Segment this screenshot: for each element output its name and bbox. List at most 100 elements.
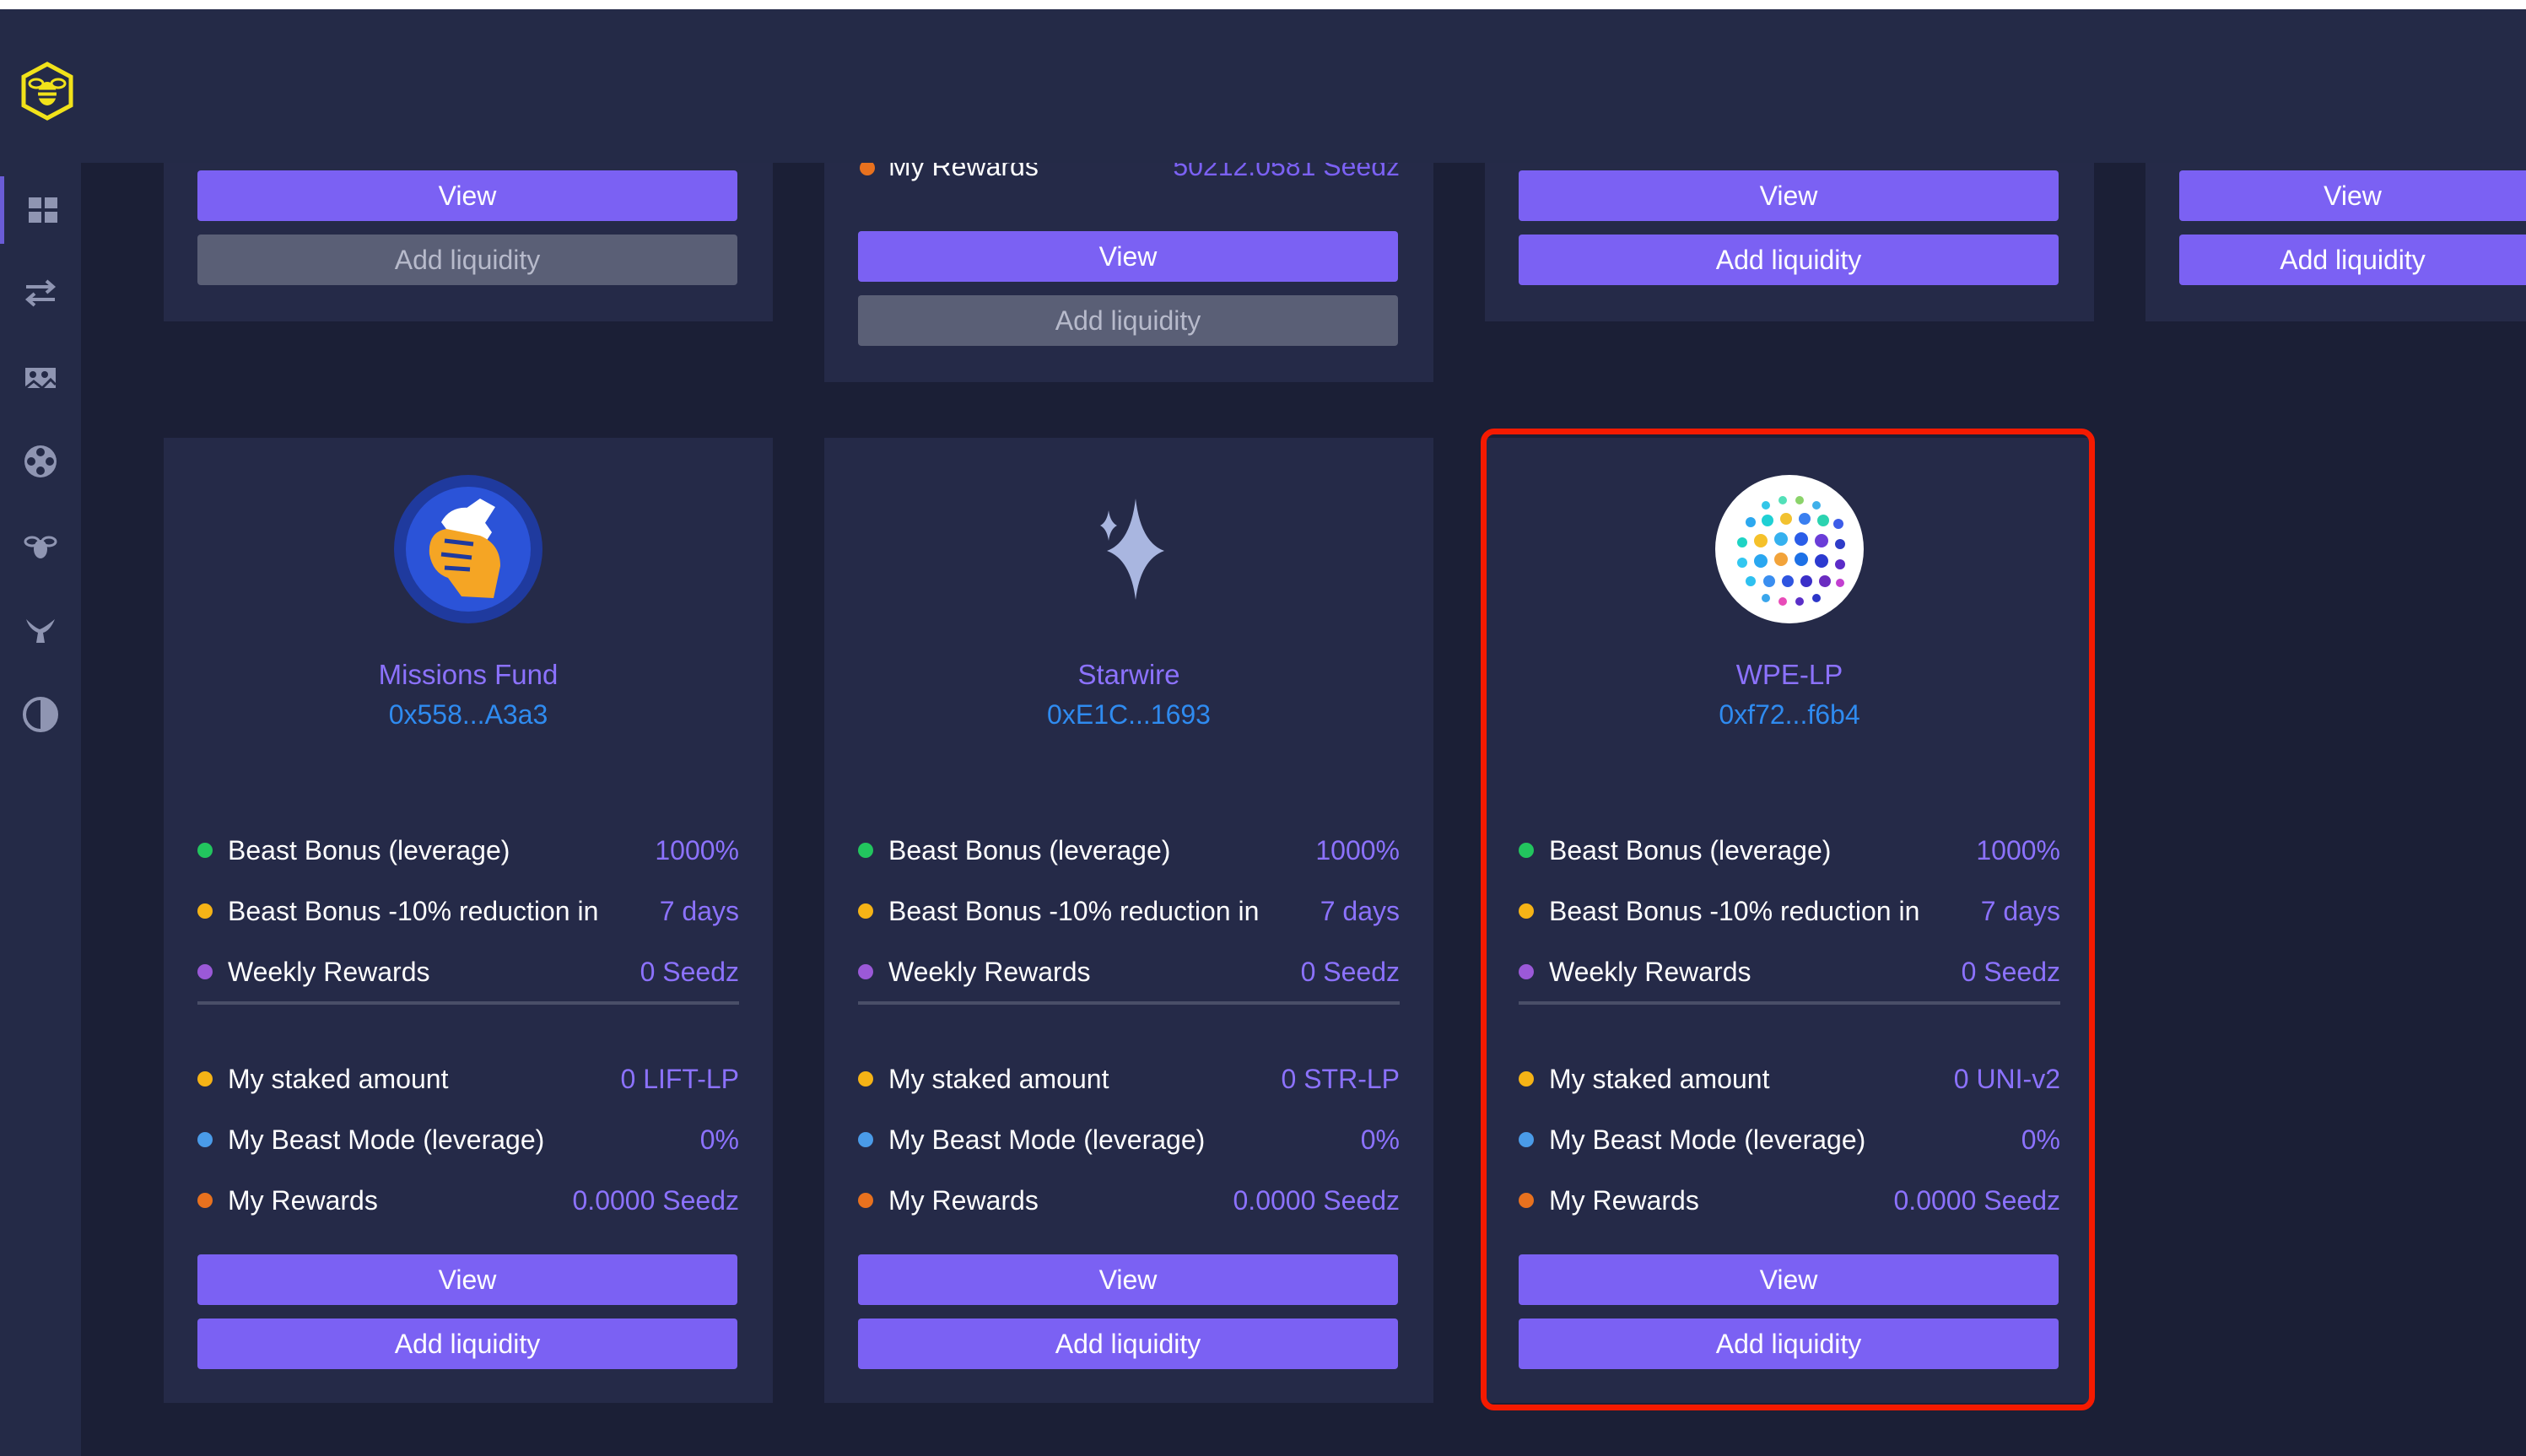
- card-divider: [197, 1001, 739, 1005]
- top-header: [0, 9, 2526, 163]
- stat-row-weekly-rewards: Weekly Rewards 0 Seedz: [1519, 953, 2060, 990]
- stat-label: Weekly Rewards: [1549, 956, 1751, 987]
- yellow-dot: [197, 1071, 213, 1087]
- yellow-dot: [197, 903, 213, 919]
- sidebar: [0, 163, 81, 1456]
- rewards-dot: [860, 163, 875, 175]
- stat-row-bonus-reduction: Beast Bonus -10% reduction in 7 days: [197, 892, 739, 930]
- stat-value: 1000%: [1976, 834, 2060, 866]
- pool-address-link[interactable]: 0xf72...f6b4: [1485, 699, 2094, 731]
- pool-card-top-4: View Add liquidity: [2145, 163, 2526, 321]
- pool-address-link[interactable]: 0x558...A3a3: [164, 699, 773, 731]
- view-button[interactable]: View: [1519, 170, 2059, 221]
- green-dot: [858, 843, 873, 858]
- blue-dot: [1519, 1132, 1534, 1147]
- card-divider: [1519, 1001, 2060, 1005]
- stat-label: Beast Bonus -10% reduction in: [888, 895, 1260, 926]
- my-label: My Beast Mode (leverage): [228, 1124, 545, 1155]
- my-row-staked: My staked amount 0 LIFT-LP: [197, 1060, 739, 1097]
- stat-value: 7 days: [659, 895, 739, 926]
- whale-tail-icon: [26, 619, 55, 643]
- my-label: My Rewards: [228, 1184, 378, 1216]
- yellow-dot: [1519, 903, 1534, 919]
- my-row-staked: My staked amount 0 UNI-v2: [1519, 1060, 2060, 1097]
- sidebar-item-reel[interactable]: [0, 428, 81, 495]
- add-liquidity-button[interactable]: Add liquidity: [858, 295, 1398, 346]
- card-divider: [858, 1001, 1400, 1005]
- add-liquidity-button[interactable]: Add liquidity: [1519, 235, 2059, 285]
- sidebar-item-whale[interactable]: [0, 596, 81, 664]
- my-label: My Beast Mode (leverage): [888, 1124, 1206, 1155]
- blue-dot: [858, 1132, 873, 1147]
- half-circle-icon: [23, 697, 58, 732]
- add-liquidity-button[interactable]: Add liquidity: [1519, 1318, 2059, 1369]
- my-value: 0 UNI-v2: [1953, 1063, 2060, 1094]
- my-value: 0%: [1360, 1124, 1400, 1155]
- pool-card-missions-fund: Missions Fund 0x558...A3a3 Beast Bonus (…: [164, 438, 773, 1403]
- yellow-dot: [858, 1071, 873, 1087]
- bee-hexagon-logo-icon[interactable]: [20, 62, 74, 121]
- stat-label: Weekly Rewards: [228, 956, 430, 987]
- pool-card-top-2: My Rewards 50212.0581 Seedz View Add liq…: [824, 163, 1433, 382]
- farm-icon: [24, 368, 57, 391]
- pool-title[interactable]: WPE-LP: [1485, 659, 2094, 691]
- view-button[interactable]: View: [1519, 1254, 2059, 1305]
- my-value: 0.0000 Seedz: [1233, 1184, 1401, 1216]
- bee-icon: [24, 536, 57, 558]
- my-label: My Rewards: [888, 1184, 1039, 1216]
- stat-value: 1000%: [1315, 834, 1400, 866]
- my-value: 0%: [2021, 1124, 2060, 1155]
- stat-value: 7 days: [1980, 895, 2060, 926]
- my-rewards-value: 50212.0581 Seedz: [1173, 163, 1400, 181]
- stat-row-bonus-reduction: Beast Bonus -10% reduction in 7 days: [1519, 892, 2060, 930]
- my-row-beast-mode: My Beast Mode (leverage) 0%: [197, 1121, 739, 1158]
- my-label: My Rewards: [1549, 1184, 1699, 1216]
- pool-card-starwire: Starwire 0xE1C...1693 Beast Bonus (lever…: [824, 438, 1433, 1403]
- stat-value: 7 days: [1320, 895, 1400, 926]
- add-liquidity-button[interactable]: Add liquidity: [197, 235, 737, 285]
- pool-card-wpe-lp: WPE-LP 0xf72...f6b4 Beast Bonus (leverag…: [1485, 438, 2094, 1403]
- add-liquidity-button[interactable]: Add liquidity: [197, 1318, 737, 1369]
- green-dot: [1519, 843, 1534, 858]
- stat-value: 1000%: [655, 834, 739, 866]
- purple-dot: [858, 964, 873, 979]
- my-label: My staked amount: [888, 1063, 1109, 1094]
- view-button[interactable]: View: [858, 1254, 1398, 1305]
- sidebar-item-theme[interactable]: [0, 681, 81, 748]
- pool-address-link[interactable]: 0xE1C...1693: [824, 699, 1433, 731]
- add-liquidity-button[interactable]: Add liquidity: [2179, 235, 2526, 285]
- view-button[interactable]: View: [197, 1254, 737, 1305]
- my-row-rewards: My Rewards 0.0000 Seedz: [1519, 1182, 2060, 1219]
- stat-label: Beast Bonus -10% reduction in: [1549, 895, 1920, 926]
- sidebar-item-dashboard[interactable]: [0, 176, 81, 244]
- my-row-rewards: My Rewards 0.0000 Seedz: [197, 1182, 739, 1219]
- swap-arrows-icon: [24, 279, 57, 307]
- add-liquidity-button[interactable]: Add liquidity: [858, 1318, 1398, 1369]
- my-label: My Beast Mode (leverage): [1549, 1124, 1866, 1155]
- film-reel-icon: [24, 445, 57, 477]
- sidebar-item-swap[interactable]: [0, 259, 81, 326]
- yellow-dot: [1519, 1071, 1534, 1087]
- wpe-dotted-sphere-icon: [1715, 475, 1864, 623]
- my-value: 0.0000 Seedz: [572, 1184, 740, 1216]
- window-top-strip: [0, 0, 2526, 9]
- view-button[interactable]: View: [858, 231, 1398, 282]
- stat-value: 0 Seedz: [1300, 956, 1400, 987]
- stat-row-beast-bonus: Beast Bonus (leverage) 1000%: [858, 832, 1400, 869]
- starwire-sparkle-icon: [1100, 499, 1164, 600]
- purple-dot: [1519, 964, 1534, 979]
- green-dot: [197, 843, 213, 858]
- my-row-staked: My staked amount 0 STR-LP: [858, 1060, 1400, 1097]
- view-button[interactable]: View: [2179, 170, 2526, 221]
- stat-row-bonus-reduction: Beast Bonus -10% reduction in 7 days: [858, 892, 1400, 930]
- sidebar-item-farm[interactable]: [0, 343, 81, 411]
- my-row-beast-mode: My Beast Mode (leverage) 0%: [858, 1121, 1400, 1158]
- my-value: 0.0000 Seedz: [1893, 1184, 2061, 1216]
- pool-title[interactable]: Starwire: [824, 659, 1433, 691]
- my-value: 0 STR-LP: [1281, 1063, 1400, 1094]
- grid-icon: [28, 197, 57, 223]
- pool-title[interactable]: Missions Fund: [164, 659, 773, 691]
- view-button[interactable]: View: [197, 170, 737, 221]
- sidebar-item-bee[interactable]: [0, 512, 81, 580]
- my-value: 0%: [699, 1124, 739, 1155]
